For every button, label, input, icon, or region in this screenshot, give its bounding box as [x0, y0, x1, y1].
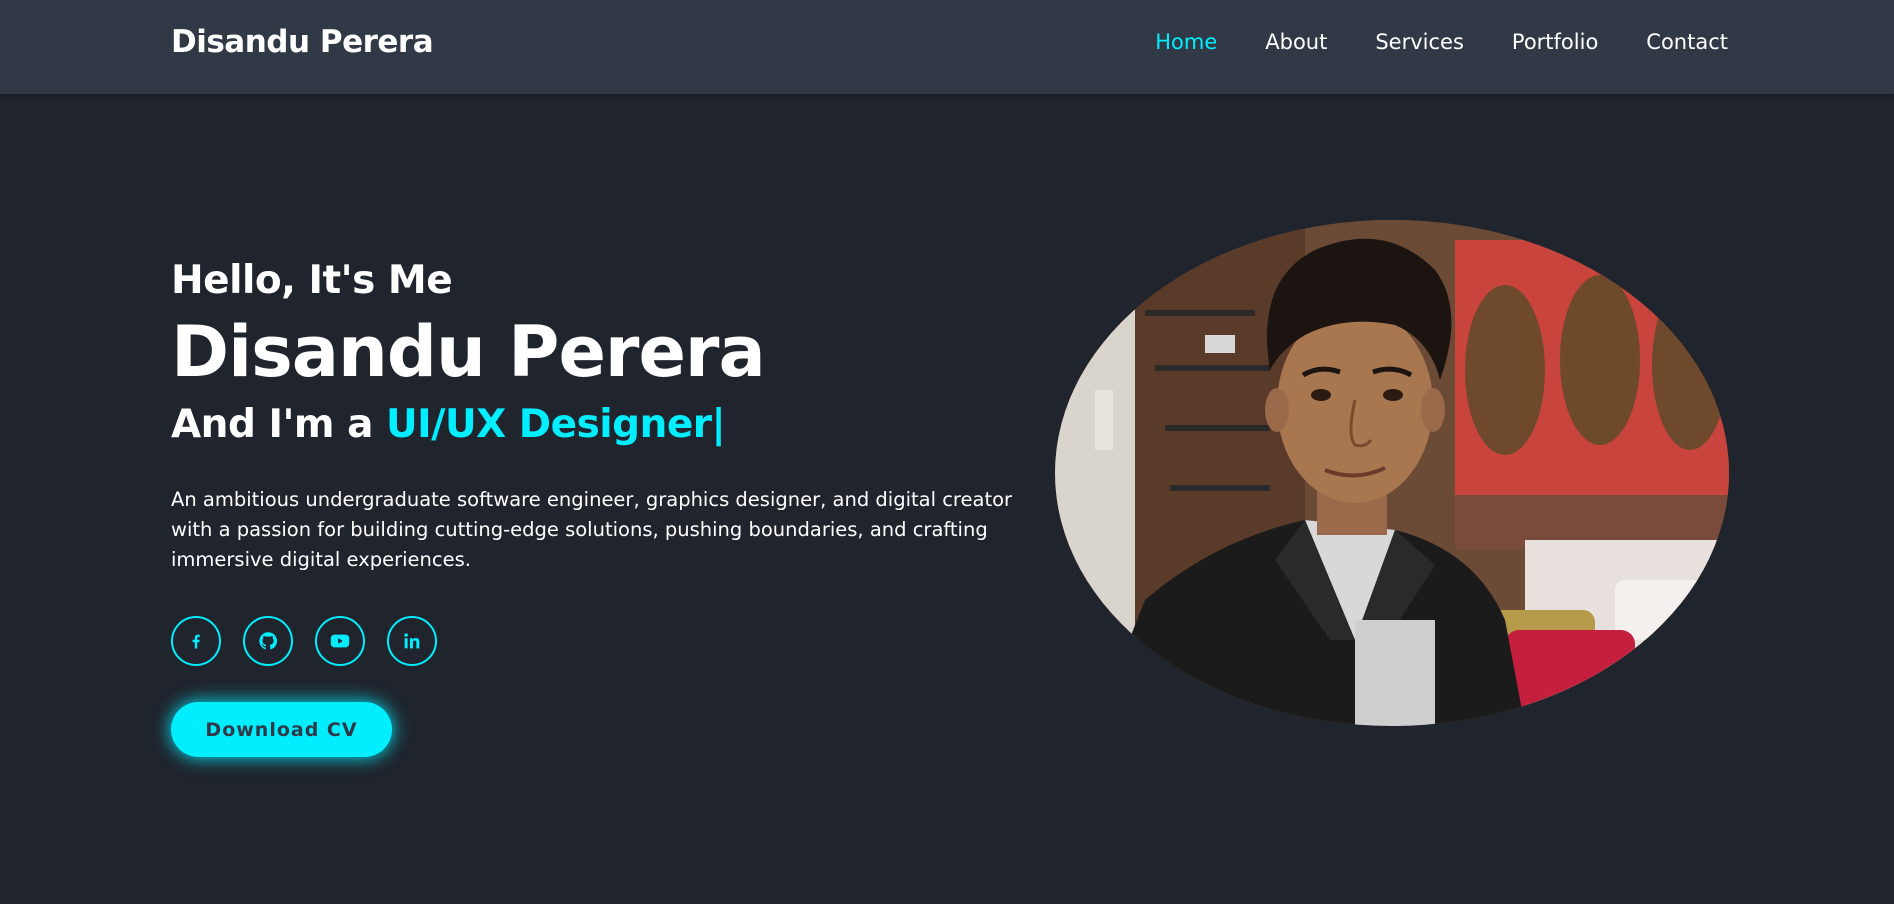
linkedin-link[interactable] [387, 616, 437, 666]
logo[interactable]: Disandu Perera [171, 24, 434, 60]
hero-greeting: Hello, It's Me [171, 258, 453, 303]
nav-about[interactable]: About [1265, 30, 1327, 54]
linkedin-icon [401, 630, 423, 652]
profile-photo [1055, 220, 1729, 726]
role-highlight: UI/UX Designer [386, 402, 712, 447]
facebook-link[interactable] [171, 616, 221, 666]
youtube-link[interactable] [315, 616, 365, 666]
download-cv-button[interactable]: Download CV [171, 702, 392, 757]
social-links [171, 616, 437, 666]
site-header: Disandu Perera Home About Services Portf… [0, 0, 1894, 94]
typing-cursor: | [711, 402, 726, 447]
nav-portfolio[interactable]: Portfolio [1512, 30, 1598, 54]
role-prefix: And I'm a [171, 402, 387, 447]
github-link[interactable] [243, 616, 293, 666]
nav-services[interactable]: Services [1375, 30, 1464, 54]
github-icon [257, 630, 279, 652]
main-nav: Home About Services Portfolio Contact [1155, 30, 1728, 54]
facebook-icon [186, 631, 206, 651]
hero-description: An ambitious undergraduate software engi… [171, 488, 1013, 571]
hero-name: Disandu Perera [171, 311, 766, 393]
hero-role: And I'm a UI/UX Designer| [171, 397, 1051, 453]
youtube-icon [329, 630, 351, 652]
nav-home[interactable]: Home [1155, 30, 1217, 54]
nav-contact[interactable]: Contact [1646, 30, 1728, 54]
hero-content: Hello, It's Me Disandu Perera And I'm a … [171, 255, 1051, 575]
